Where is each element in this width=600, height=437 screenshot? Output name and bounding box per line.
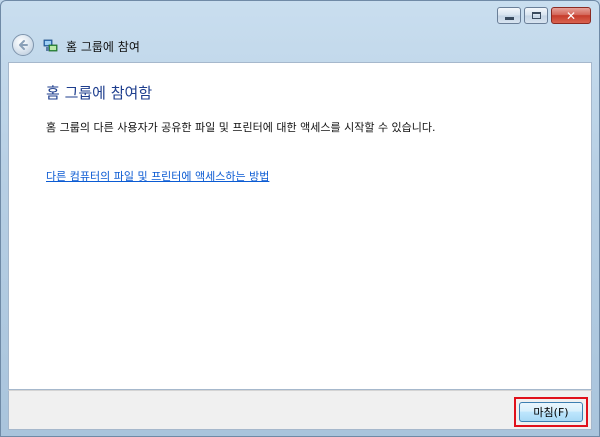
homegroup-join-window: ✕ 홈 그룹에 참여 홈 그룹에 참여함 홈 그룹의 다른 사용자가 공유한 파… xyxy=(0,0,600,437)
minimize-button[interactable] xyxy=(497,7,521,24)
description-text: 홈 그룹의 다른 사용자가 공유한 파일 및 프린터에 대한 액세스를 시작할 … xyxy=(46,121,436,134)
help-link[interactable]: 다른 컴퓨터의 파일 및 프린터에 액세스하는 방법 xyxy=(46,168,269,184)
caption-buttons: ✕ xyxy=(497,7,591,24)
navigation-bar: 홈 그룹에 참여 xyxy=(1,31,599,61)
footer-bar: 마침(F) xyxy=(8,390,592,430)
title-bar: ✕ xyxy=(1,1,599,31)
close-button[interactable]: ✕ xyxy=(551,7,591,24)
page-heading: 홈 그룹에 참여함 xyxy=(46,84,153,102)
maximize-icon xyxy=(531,12,541,19)
content-panel: 홈 그룹에 참여함 홈 그룹의 다른 사용자가 공유한 파일 및 프린터에 대한… xyxy=(8,62,592,390)
back-arrow-icon xyxy=(19,40,28,50)
minimize-icon xyxy=(504,17,514,20)
close-icon: ✕ xyxy=(565,8,577,23)
back-button[interactable] xyxy=(12,34,34,56)
finish-button-highlight: 마침(F) xyxy=(514,397,588,427)
window-title: 홈 그룹에 참여 xyxy=(66,40,140,54)
homegroup-icon xyxy=(43,39,58,52)
finish-button[interactable]: 마침(F) xyxy=(519,402,583,422)
maximize-button[interactable] xyxy=(524,7,548,24)
